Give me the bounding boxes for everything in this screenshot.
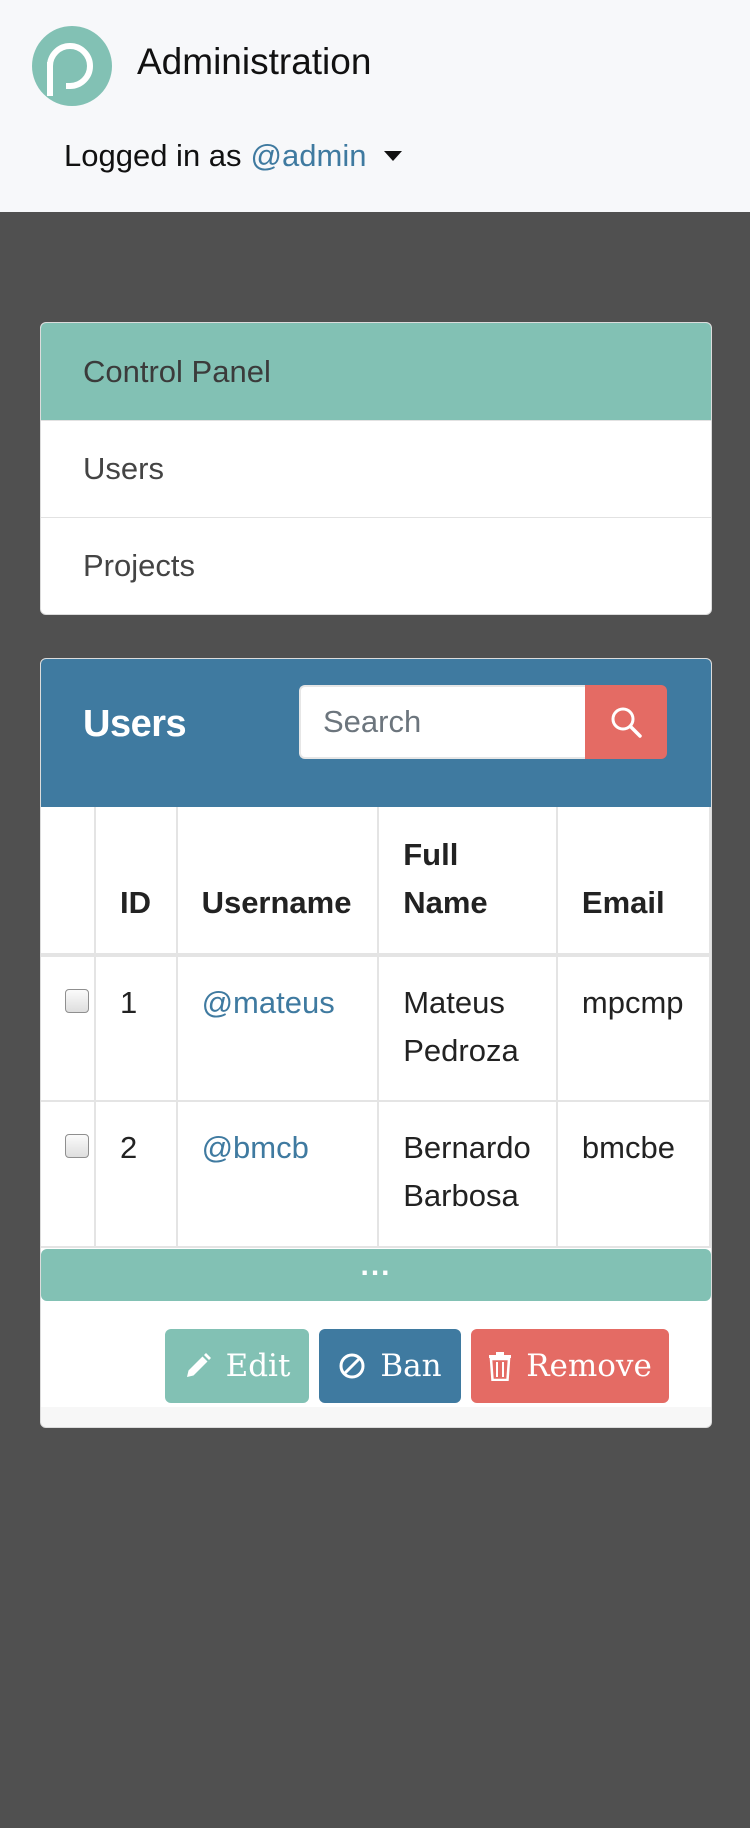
users-panel-header: Users [41, 659, 711, 807]
app-logo[interactable] [32, 26, 112, 106]
row-select-cell [41, 1101, 97, 1248]
username-link[interactable]: @bmcb [202, 1130, 309, 1165]
users-table: ID Username Full Name Email 1 @mateus Ma… [41, 807, 711, 1248]
cell-email: mpcmp [556, 955, 711, 1102]
logged-in-label: Logged in as [64, 138, 242, 173]
column-header-select [41, 807, 97, 957]
caret-down-icon[interactable] [384, 151, 403, 161]
username-link[interactable]: @mateus [202, 985, 335, 1020]
admin-nav-list: Control Panel Users Projects [40, 322, 712, 615]
users-panel: Users ID Username Full Name [40, 658, 712, 1428]
ban-button-label: Ban [380, 1348, 442, 1384]
nav-item-users[interactable]: Users [41, 420, 711, 517]
cell-username: @mateus [176, 955, 380, 1102]
row-checkbox[interactable] [65, 1134, 89, 1158]
full-name-last: Pedroza [403, 1033, 519, 1068]
full-name-last: Barbosa [403, 1178, 519, 1213]
ban-icon [339, 1353, 365, 1379]
cell-full-name: Mateus Pedroza [378, 955, 558, 1102]
table-row: 1 @mateus Mateus Pedroza mpcmp [41, 955, 711, 1102]
row-checkbox[interactable] [65, 989, 89, 1013]
user-menu[interactable]: Logged in as @admin [64, 136, 403, 176]
search-input[interactable] [299, 685, 585, 759]
pencil-icon [186, 1353, 211, 1377]
remove-button-label: Remove [526, 1348, 652, 1384]
column-header-email[interactable]: Email [556, 807, 711, 957]
cell-email: bmcbe [556, 1101, 711, 1248]
action-bar: Edit Ban Remove [41, 1313, 711, 1403]
cell-id: 1 [95, 955, 178, 1102]
row-select-cell [41, 955, 97, 1102]
edit-button-label: Edit [225, 1348, 291, 1384]
ban-button[interactable]: Ban [319, 1329, 461, 1403]
app-title: Administration [137, 41, 372, 82]
current-username[interactable]: @admin [251, 136, 367, 176]
search-icon [611, 707, 642, 738]
search-button[interactable] [585, 685, 667, 759]
column-header-id[interactable]: ID [95, 807, 178, 957]
table-header-row: ID Username Full Name Email [41, 807, 711, 957]
trash-icon [489, 1352, 512, 1381]
full-name-first: Bernardo [403, 1130, 531, 1165]
top-bar: Administration Logged in as @admin [0, 0, 750, 212]
full-name-first: Mateus [403, 985, 505, 1020]
nav-item-projects[interactable]: Projects [41, 517, 711, 614]
search-group [299, 685, 667, 759]
cell-id: 2 [95, 1101, 178, 1248]
load-more-button[interactable]: ... [41, 1249, 711, 1301]
column-header-username[interactable]: Username [176, 807, 380, 957]
table-row: 2 @bmcb Bernardo Barbosa bmcbe [41, 1101, 711, 1248]
logo-icon [47, 43, 93, 96]
remove-button[interactable]: Remove [471, 1329, 669, 1403]
cell-username: @bmcb [176, 1101, 380, 1248]
column-header-full-name[interactable]: Full Name [378, 807, 558, 957]
users-panel-title: Users [83, 703, 187, 745]
nav-item-control-panel[interactable]: Control Panel [41, 323, 711, 420]
cell-full-name: Bernardo Barbosa [378, 1101, 558, 1248]
edit-button[interactable]: Edit [165, 1329, 309, 1403]
